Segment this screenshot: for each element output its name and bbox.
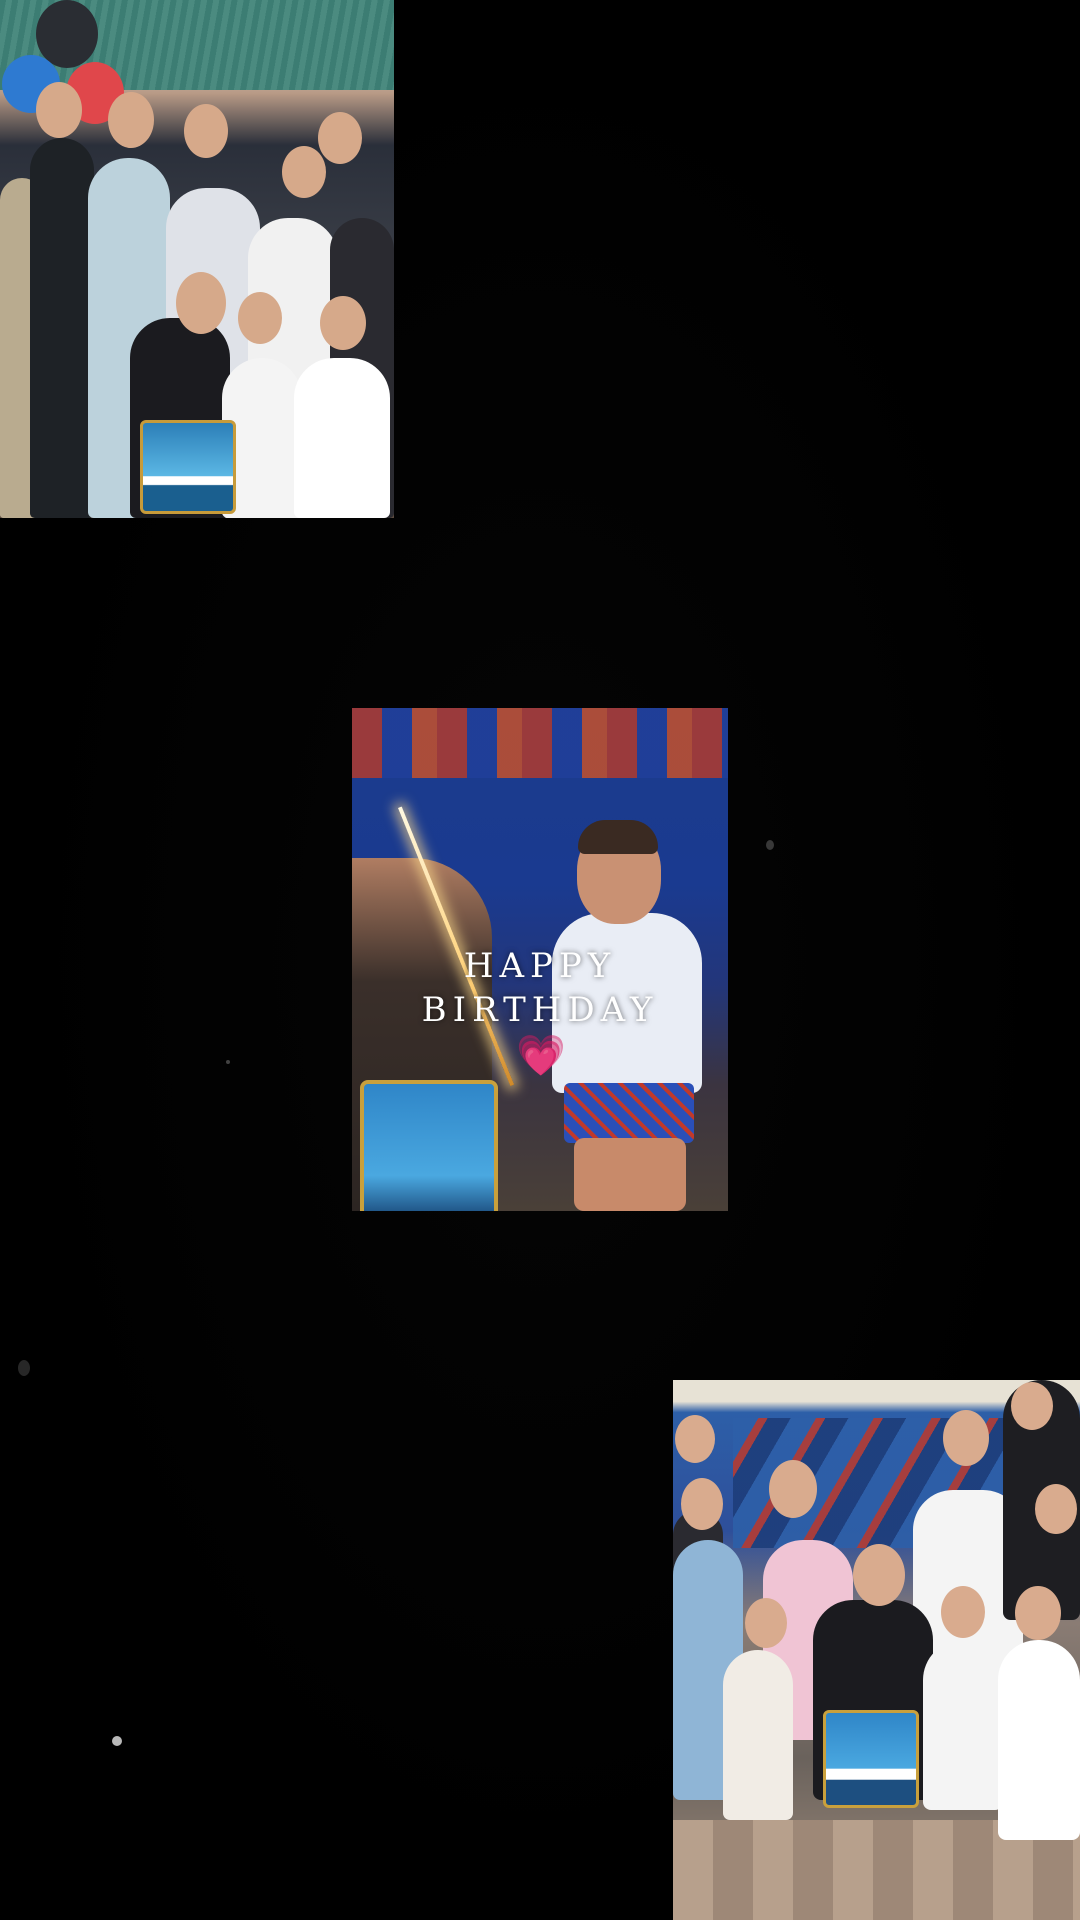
birthday-cake [140, 420, 236, 514]
face [681, 1478, 723, 1530]
face [238, 292, 282, 344]
face [853, 1544, 905, 1606]
face [108, 92, 154, 148]
kid [30, 138, 94, 518]
face [176, 272, 226, 334]
face [184, 104, 228, 158]
pink-heart-icon: 💗 [516, 1033, 566, 1079]
boy-shorts [564, 1083, 694, 1143]
party-decoration [352, 708, 728, 778]
overlay-text-happy: HAPPY [463, 946, 617, 986]
face [1015, 1586, 1061, 1640]
birthday-boy-video-frame: HAPPY BIRTHDAY 💗 [352, 708, 728, 1211]
light-speck [112, 1736, 122, 1746]
story-canvas: HAPPY BIRTHDAY 💗 [0, 0, 1080, 1920]
light-speck [226, 1060, 230, 1064]
light-speck [766, 840, 774, 850]
face [745, 1598, 787, 1648]
face [675, 1415, 715, 1463]
boy-hair [578, 820, 658, 854]
group-photo-top-left [0, 0, 394, 518]
face [1035, 1484, 1077, 1534]
birthday-cake [360, 1080, 498, 1211]
birthday-cake [823, 1710, 919, 1808]
face [318, 112, 362, 164]
kid [723, 1650, 793, 1820]
face [941, 1586, 985, 1638]
face [320, 296, 366, 350]
face [769, 1460, 817, 1518]
light-speck [18, 1360, 30, 1376]
face [943, 1410, 989, 1466]
face [1011, 1382, 1053, 1430]
overlay-text-birthday: BIRTHDAY [421, 990, 659, 1030]
face [282, 146, 326, 198]
group-photo-bottom-right [673, 1380, 1080, 1920]
kid [294, 358, 390, 518]
boy-legs [574, 1138, 686, 1211]
kid [923, 1640, 1003, 1810]
kid [998, 1640, 1080, 1840]
face [36, 82, 82, 138]
